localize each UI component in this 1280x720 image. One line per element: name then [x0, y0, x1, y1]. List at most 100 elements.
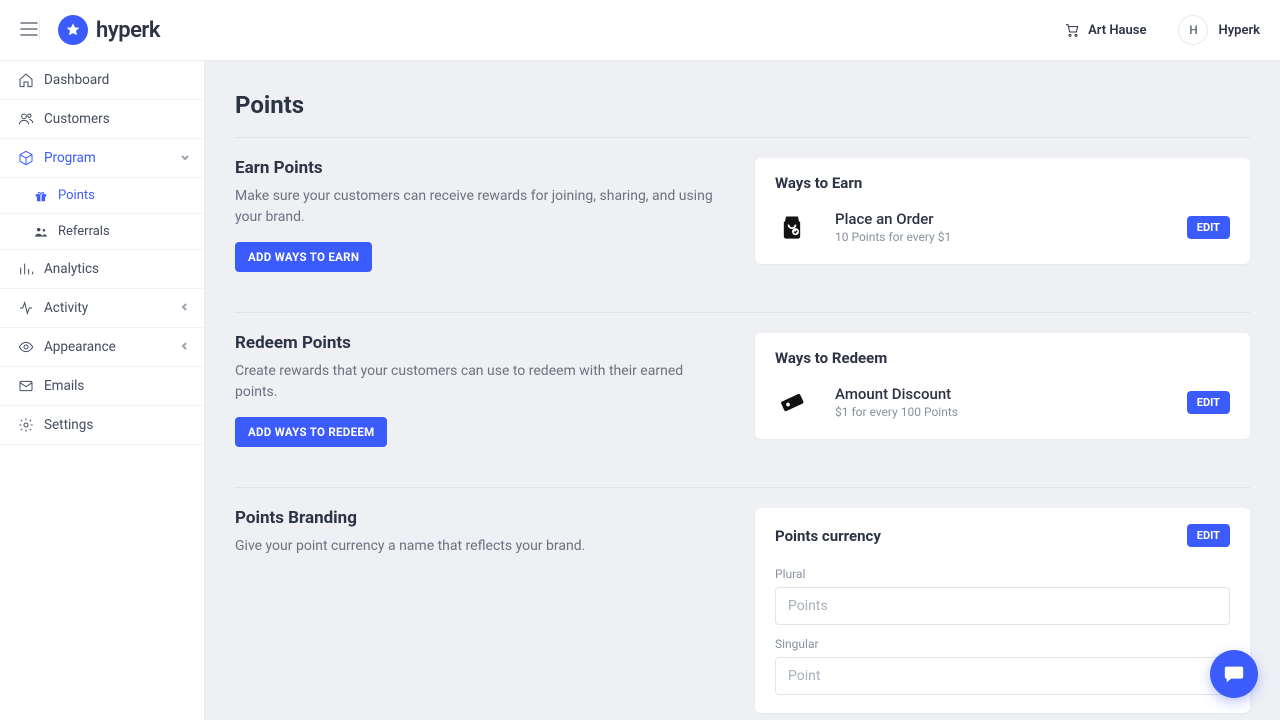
earn-row-sub: 10 Points for every $1	[835, 230, 1161, 244]
earn-row-place-order: Place an Order 10 Points for every $1 ED…	[775, 200, 1230, 246]
earn-row-title: Place an Order	[835, 210, 1161, 228]
sidebar-item-customers[interactable]: Customers	[0, 100, 204, 139]
section-redeem-info: Redeem Points Create rewards that your c…	[235, 333, 725, 447]
sidebar-item-settings[interactable]: Settings	[0, 406, 204, 445]
redeem-desc: Create rewards that your customers can u…	[235, 361, 725, 403]
chat-button[interactable]	[1210, 650, 1258, 698]
divider	[235, 487, 1250, 488]
earn-row-text: Place an Order 10 Points for every $1	[835, 210, 1161, 244]
account-name: Hyperk	[1218, 23, 1260, 38]
header: hyperk Art Hause H Hyperk	[0, 0, 1280, 61]
layout: Dashboard Customers Program Points Refer…	[0, 61, 1280, 720]
add-ways-to-earn-button[interactable]: ADD WAYS TO EARN	[235, 242, 372, 272]
earn-desc: Make sure your customers can receive rew…	[235, 186, 725, 228]
header-left: hyperk	[20, 15, 160, 45]
chevron-down-icon	[180, 150, 190, 166]
chevron-left-icon	[180, 339, 190, 355]
divider	[235, 137, 1250, 138]
plural-input[interactable]	[775, 587, 1230, 625]
points-currency-card: Points currency EDIT Plural Singular	[755, 508, 1250, 713]
page-title: Points	[235, 91, 1250, 119]
ways-to-redeem-header: Ways to Redeem	[755, 333, 1250, 375]
branding-title: Points Branding	[235, 508, 725, 528]
eye-icon	[18, 339, 34, 355]
sidebar: Dashboard Customers Program Points Refer…	[0, 61, 205, 720]
edit-redeem-button[interactable]: EDIT	[1187, 391, 1230, 414]
chevron-left-icon	[180, 300, 190, 316]
activity-icon	[18, 300, 34, 316]
gear-icon	[18, 417, 34, 433]
account-menu[interactable]: H Hyperk	[1166, 15, 1260, 45]
singular-input[interactable]	[775, 657, 1230, 695]
ways-to-redeem-card: Ways to Redeem Amount Discount $1 for ev…	[755, 333, 1250, 439]
sidebar-item-label: Program	[44, 150, 96, 166]
section-redeem: Redeem Points Create rewards that your c…	[235, 333, 1250, 447]
brand-name: hyperk	[96, 18, 160, 43]
menu-toggle[interactable]	[20, 21, 40, 39]
redeem-title: Redeem Points	[235, 333, 725, 353]
brand-logo[interactable]: hyperk	[58, 15, 160, 45]
sidebar-item-activity[interactable]: Activity	[0, 289, 204, 328]
sidebar-item-label: Analytics	[44, 261, 99, 277]
bars-icon	[18, 261, 34, 277]
ways-to-earn-card: Ways to Earn Place an Order 10 Points fo…	[755, 158, 1250, 264]
people-icon	[34, 225, 48, 239]
edit-earn-button[interactable]: EDIT	[1187, 216, 1230, 239]
users-icon	[18, 111, 34, 127]
ways-to-earn-body: Place an Order 10 Points for every $1 ED…	[755, 200, 1250, 264]
sidebar-item-label: Dashboard	[44, 72, 109, 88]
header-right: Art Hause H Hyperk	[1064, 15, 1260, 45]
branding-desc: Give your point currency a name that ref…	[235, 536, 725, 557]
plural-label: Plural	[775, 567, 1230, 581]
add-ways-to-redeem-button[interactable]: ADD WAYS TO REDEEM	[235, 417, 387, 447]
cart-icon	[1064, 22, 1080, 38]
points-currency-body: Plural Singular	[755, 567, 1250, 713]
redeem-row-sub: $1 for every 100 Points	[835, 405, 1161, 419]
hamburger-icon	[20, 22, 38, 36]
sidebar-item-label: Referrals	[58, 224, 110, 239]
earn-title: Earn Points	[235, 158, 725, 178]
redeem-row-text: Amount Discount $1 for every 100 Points	[835, 385, 1161, 419]
section-earn: Earn Points Make sure your customers can…	[235, 158, 1250, 272]
sidebar-item-label: Emails	[44, 378, 84, 394]
home-icon	[18, 72, 34, 88]
shopping-bag-icon	[775, 210, 809, 244]
sidebar-item-program[interactable]: Program	[0, 139, 204, 178]
ways-to-redeem-body: Amount Discount $1 for every 100 Points …	[755, 375, 1250, 439]
section-branding-card-wrap: Points currency EDIT Plural Singular	[755, 508, 1250, 713]
sidebar-item-label: Points	[58, 188, 95, 203]
section-earn-card-wrap: Ways to Earn Place an Order 10 Points fo…	[755, 158, 1250, 272]
coupon-icon	[775, 385, 809, 419]
chat-icon	[1223, 663, 1245, 685]
singular-label: Singular	[775, 637, 1230, 651]
edit-currency-button[interactable]: EDIT	[1187, 524, 1230, 547]
sidebar-item-label: Activity	[44, 300, 88, 316]
sidebar-item-label: Customers	[44, 111, 110, 127]
section-redeem-card-wrap: Ways to Redeem Amount Discount $1 for ev…	[755, 333, 1250, 447]
cube-icon	[18, 150, 34, 166]
gift-icon	[34, 189, 48, 203]
store-name: Art Hause	[1088, 23, 1146, 38]
sidebar-item-dashboard[interactable]: Dashboard	[0, 61, 204, 100]
ways-to-earn-header: Ways to Earn	[755, 158, 1250, 200]
points-currency-header: Points currency EDIT	[755, 508, 1250, 555]
sidebar-item-emails[interactable]: Emails	[0, 367, 204, 406]
logo-mark-icon	[58, 15, 88, 45]
mail-icon	[18, 378, 34, 394]
sidebar-item-appearance[interactable]: Appearance	[0, 328, 204, 367]
divider	[235, 312, 1250, 313]
section-earn-info: Earn Points Make sure your customers can…	[235, 158, 725, 272]
sidebar-item-label: Settings	[44, 417, 93, 433]
store-switcher[interactable]: Art Hause	[1064, 22, 1146, 38]
redeem-row-amount-discount: Amount Discount $1 for every 100 Points …	[775, 375, 1230, 421]
avatar: H	[1178, 15, 1208, 45]
section-branding: Points Branding Give your point currency…	[235, 508, 1250, 713]
sidebar-item-analytics[interactable]: Analytics	[0, 250, 204, 289]
main-content: Points Earn Points Make sure your custom…	[205, 61, 1280, 720]
sidebar-sub-referrals[interactable]: Referrals	[0, 214, 204, 250]
redeem-row-title: Amount Discount	[835, 385, 1161, 403]
points-currency-title: Points currency	[775, 527, 881, 545]
section-branding-info: Points Branding Give your point currency…	[235, 508, 725, 713]
sidebar-item-label: Appearance	[44, 339, 116, 355]
sidebar-sub-points[interactable]: Points	[0, 178, 204, 214]
